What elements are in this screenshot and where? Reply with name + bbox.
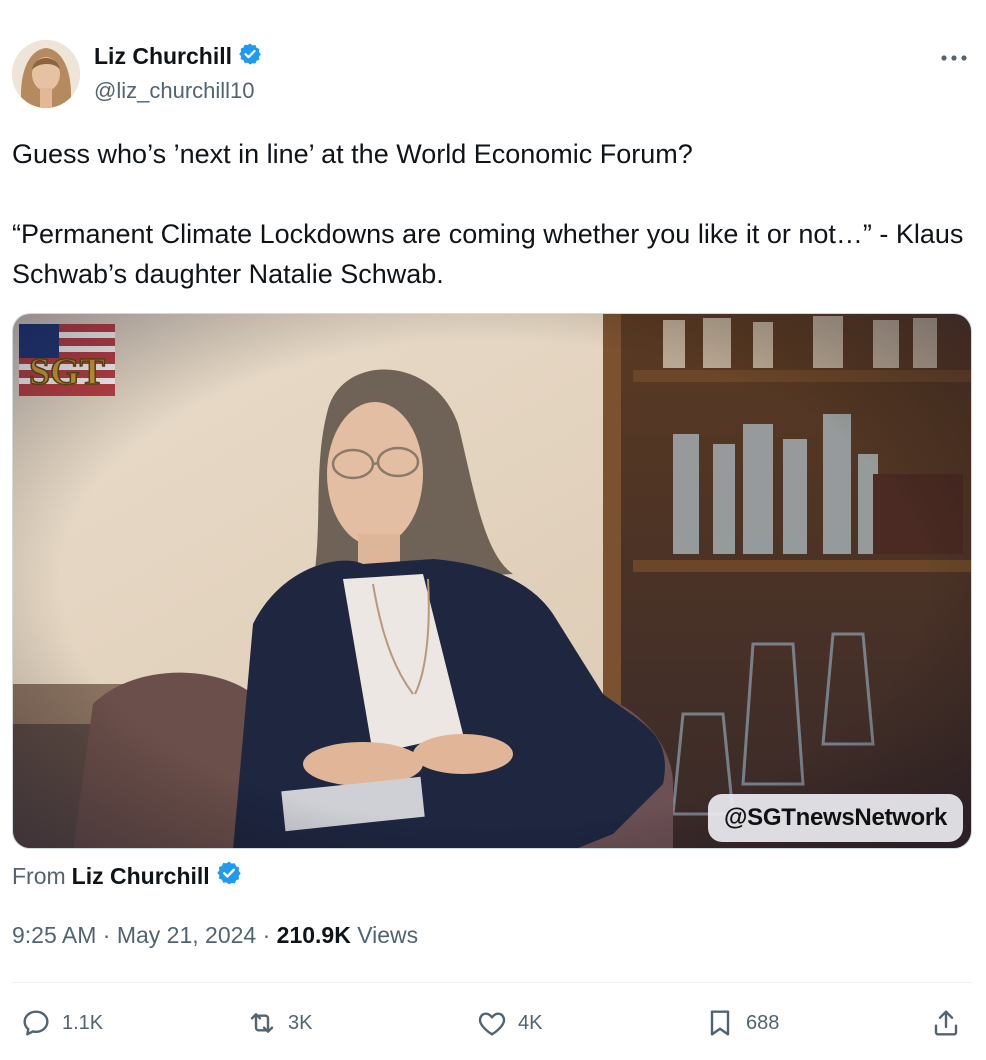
like-button[interactable]: 4K: [476, 1000, 542, 1046]
views-count: 210.9K: [276, 922, 351, 948]
from-prefix: From: [12, 862, 66, 889]
repost-icon: [250, 1013, 274, 1033]
meta-separator: ·: [102, 922, 111, 948]
tweet-time[interactable]: 9:25 AM: [12, 922, 96, 948]
tweet-video[interactable]: SGT @SGTnewsNetwork: [12, 313, 972, 849]
video-frame-image: SGT: [13, 314, 971, 848]
heart-icon: [478, 1012, 506, 1036]
share-icon: [934, 1010, 958, 1036]
repost-button[interactable]: 3K: [246, 1000, 312, 1046]
meta-separator: ·: [262, 922, 271, 948]
share-button[interactable]: [930, 1000, 962, 1046]
source-attribution: From Liz Churchill: [12, 860, 242, 892]
tweet-date[interactable]: May 21, 2024: [117, 922, 256, 948]
from-author-link[interactable]: Liz Churchill: [72, 863, 210, 890]
author-name[interactable]: Liz Churchill: [94, 43, 232, 70]
action-bar: 1.1K 3K 4K 688: [0, 1000, 986, 1046]
video-watermark: @SGTnewsNetwork: [708, 794, 963, 842]
author-name-row[interactable]: Liz Churchill: [94, 42, 262, 71]
tweet-text: Guess who’s ’next in line’ at the World …: [12, 139, 964, 289]
reply-count: 1.1K: [62, 1011, 104, 1034]
reply-button[interactable]: 1.1K: [20, 1000, 103, 1046]
reply-icon: [23, 1010, 49, 1036]
bookmark-count: 688: [746, 1011, 780, 1034]
views-label: Views: [357, 922, 419, 948]
divider: [12, 982, 972, 983]
like-count: 4K: [518, 1011, 543, 1034]
more-dots-icon: [941, 55, 967, 61]
repost-count: 3K: [288, 1011, 313, 1034]
bookmark-button[interactable]: 688: [704, 1000, 779, 1046]
bookmark-icon: [710, 1010, 730, 1036]
verified-badge-icon: [216, 860, 242, 892]
more-options-button[interactable]: [936, 46, 972, 70]
avatar[interactable]: [12, 40, 80, 108]
tweet-meta: 9:25 AM · May 21, 2024 · 210.9K Views: [12, 922, 418, 949]
author-handle[interactable]: @liz_churchill10: [94, 78, 255, 104]
verified-badge-icon: [238, 42, 262, 71]
